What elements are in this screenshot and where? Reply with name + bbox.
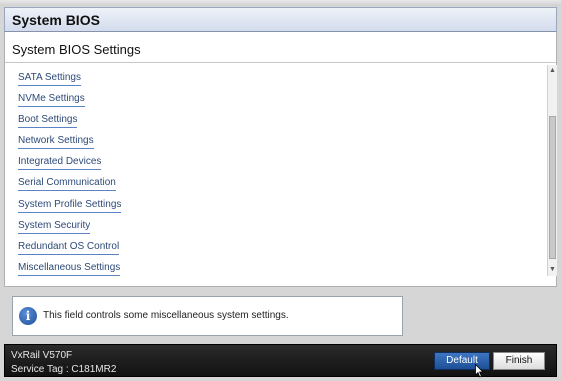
info-icon: i bbox=[19, 307, 37, 325]
help-info-box: i This field controls some miscellaneous… bbox=[12, 296, 403, 336]
menu-item-label[interactable]: SATA Settings bbox=[18, 72, 81, 86]
menu-item-boot-settings[interactable]: Boot Settings bbox=[18, 111, 538, 132]
menu-item-redundant-os-control[interactable]: Redundant OS Control bbox=[18, 238, 538, 259]
menu-item-system-security[interactable]: System Security bbox=[18, 217, 538, 238]
settings-panel: System BIOS Settings SATA Settings NVMe … bbox=[4, 32, 557, 287]
menu-item-network-settings[interactable]: Network Settings bbox=[18, 132, 538, 153]
title-bar: System BIOS bbox=[4, 7, 557, 32]
settings-menu: SATA Settings NVMe Settings Boot Setting… bbox=[18, 69, 538, 280]
menu-item-label[interactable]: Boot Settings bbox=[18, 114, 78, 129]
menu-item-integrated-devices[interactable]: Integrated Devices bbox=[18, 153, 538, 174]
scrollbar-thumb[interactable] bbox=[549, 116, 556, 259]
menu-item-miscellaneous-settings[interactable]: Miscellaneous Settings bbox=[18, 259, 538, 280]
menu-item-sata-settings[interactable]: SATA Settings bbox=[18, 69, 538, 90]
menu-item-label[interactable]: Network Settings bbox=[18, 135, 94, 150]
menu-item-label[interactable]: System Profile Settings bbox=[18, 199, 122, 213]
vertical-scrollbar[interactable]: ▲ ▼ bbox=[547, 65, 557, 276]
menu-item-label[interactable]: System Security bbox=[18, 220, 91, 234]
menu-item-serial-communication[interactable]: Serial Communication bbox=[18, 174, 538, 195]
menu-item-label[interactable]: Redundant OS Control bbox=[18, 241, 120, 255]
menu-item-label[interactable]: Serial Communication bbox=[18, 177, 116, 192]
scroll-down-icon[interactable]: ▼ bbox=[548, 265, 557, 275]
section-title: System BIOS Settings bbox=[12, 42, 141, 57]
menu-item-label[interactable]: Integrated Devices bbox=[18, 156, 102, 171]
mouse-cursor-icon bbox=[475, 364, 484, 378]
system-model: VxRail V570F bbox=[11, 350, 73, 361]
menu-item-nvme-settings[interactable]: NVMe Settings bbox=[18, 90, 538, 111]
section-divider bbox=[5, 62, 556, 63]
top-strip bbox=[0, 0, 561, 6]
menu-item-system-profile-settings[interactable]: System Profile Settings bbox=[18, 196, 538, 217]
help-text: This field controls some miscellaneous s… bbox=[43, 310, 289, 321]
service-tag: Service Tag : C181MR2 bbox=[11, 364, 117, 375]
finish-button[interactable]: Finish bbox=[493, 352, 545, 370]
scroll-up-icon[interactable]: ▲ bbox=[548, 66, 557, 76]
menu-item-label[interactable]: NVMe Settings bbox=[18, 93, 85, 108]
page-title: System BIOS bbox=[12, 12, 100, 28]
menu-item-label[interactable]: Miscellaneous Settings bbox=[18, 262, 121, 276]
